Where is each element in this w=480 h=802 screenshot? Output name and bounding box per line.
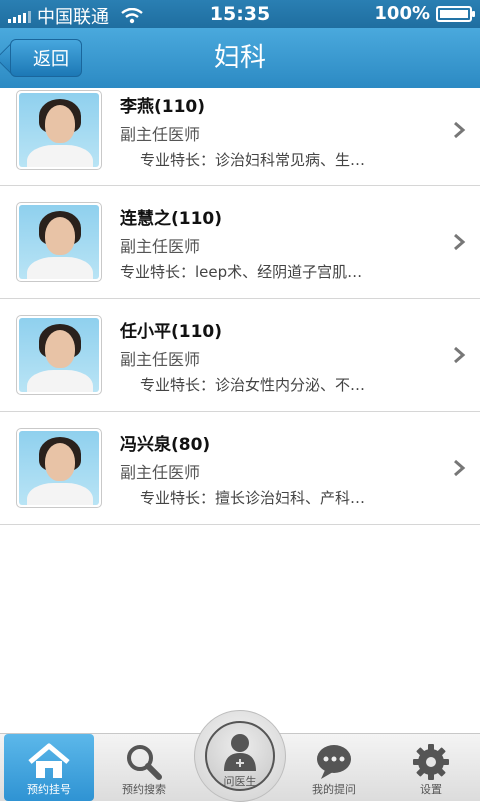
tab-settings[interactable]: 设置 bbox=[386, 734, 476, 801]
doctor-title: 副主任医师 bbox=[120, 237, 201, 256]
doctor-title: 副主任医师 bbox=[120, 350, 201, 369]
ask-doctor-label: 问医生 bbox=[223, 775, 257, 788]
doctor-row[interactable]: 冯兴泉(80) 副主任医师 专业特长：擅长诊治妇科、产科… bbox=[0, 412, 480, 525]
doctor-avatar bbox=[16, 90, 102, 170]
doctor-specialty: 专业特长：擅长诊治妇科、产科… bbox=[140, 489, 366, 507]
doctor-specialty: 专业特长：leep术、经阴道子宫肌… bbox=[120, 263, 363, 281]
doctor-icon bbox=[224, 734, 256, 771]
tab-label: 预约挂号 bbox=[27, 783, 71, 796]
doctor-avatar bbox=[16, 428, 102, 508]
doctor-name: 连慧之(110) bbox=[120, 209, 223, 229]
chevron-right-icon bbox=[454, 459, 466, 477]
doctor-row[interactable]: 李燕(110) 副主任医师 专业特长：诊治妇科常见病、生… bbox=[0, 88, 480, 186]
doctor-specialty: 专业特长：诊治妇科常见病、生… bbox=[140, 151, 366, 169]
doctor-avatar bbox=[16, 202, 102, 282]
doctor-avatar bbox=[16, 315, 102, 395]
back-button[interactable]: 返回 bbox=[10, 39, 82, 77]
tab-label: 设置 bbox=[420, 783, 442, 796]
back-button-label[interactable]: 返回 bbox=[10, 39, 82, 77]
tab-label: 预约搜索 bbox=[122, 783, 166, 796]
doctor-title: 副主任医师 bbox=[120, 125, 201, 144]
status-right: 100% bbox=[374, 3, 475, 24]
chevron-right-icon bbox=[454, 233, 466, 251]
tab-search[interactable]: 预约搜索 bbox=[99, 734, 189, 801]
navigation-bar: 返回 妇科 bbox=[0, 28, 480, 89]
ask-doctor-button[interactable]: 问医生 bbox=[194, 710, 286, 802]
tab-my-questions[interactable]: 我的提问 bbox=[289, 734, 379, 801]
doctor-title: 副主任医师 bbox=[120, 463, 201, 482]
home-icon bbox=[28, 743, 70, 778]
tab-appointment[interactable]: 预约挂号 bbox=[4, 734, 94, 801]
doctor-name: 冯兴泉(80) bbox=[120, 435, 211, 455]
doctor-list: 李燕(110) 副主任医师 专业特长：诊治妇科常见病、生… 连慧之(110) 副… bbox=[0, 88, 480, 525]
search-icon bbox=[127, 745, 162, 780]
status-bar: 中国联通 15:35 100% bbox=[0, 0, 480, 28]
doctor-row[interactable]: 任小平(110) 副主任医师 专业特长：诊治女性内分泌、不… bbox=[0, 299, 480, 412]
chat-bubble-icon bbox=[317, 745, 351, 779]
doctor-row[interactable]: 连慧之(110) 副主任医师 专业特长：leep术、经阴道子宫肌… bbox=[0, 186, 480, 299]
doctor-name: 任小平(110) bbox=[120, 322, 223, 342]
gear-icon bbox=[413, 744, 449, 780]
chevron-right-icon bbox=[454, 346, 466, 364]
chevron-right-icon bbox=[454, 121, 466, 139]
doctor-name: 李燕(110) bbox=[120, 97, 206, 117]
battery-icon bbox=[436, 5, 475, 22]
ask-doctor-ring: 问医生 bbox=[205, 721, 275, 791]
battery-percent: 100% bbox=[374, 3, 430, 24]
doctor-specialty: 专业特长：诊治女性内分泌、不… bbox=[140, 376, 366, 394]
tab-label: 我的提问 bbox=[312, 783, 356, 796]
